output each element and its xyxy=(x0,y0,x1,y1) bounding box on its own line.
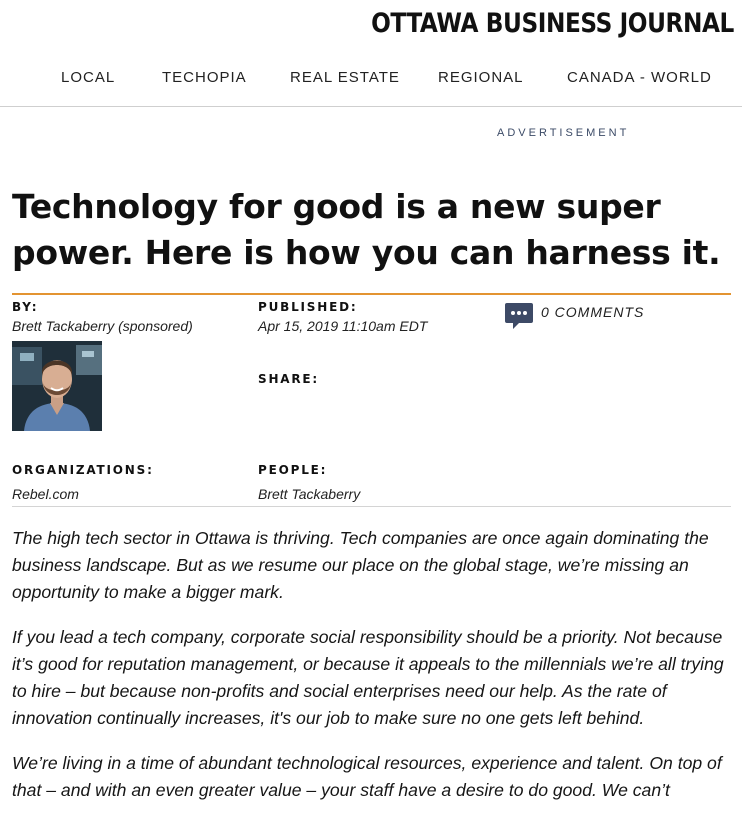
people-label: PEOPLE: xyxy=(258,463,328,477)
author-photo xyxy=(12,341,102,431)
nav-item-canada-world[interactable]: CANADA - WORLD xyxy=(567,69,712,86)
article-paragraph: The high tech sector in Ottawa is thrivi… xyxy=(12,528,709,602)
main-nav: LOCAL TECHOPIA REAL ESTATE REGIONAL CANA… xyxy=(0,62,742,107)
article-paragraph: If you lead a tech company, corporate so… xyxy=(12,627,724,728)
headline-divider xyxy=(12,293,731,295)
nav-item-regional[interactable]: REGIONAL xyxy=(438,69,524,86)
byline-label: BY: xyxy=(12,300,39,314)
author-link[interactable]: Brett Tackaberry (sponsored) xyxy=(12,318,193,334)
article-headline: Technology for good is a new super power… xyxy=(12,187,721,272)
published-label: PUBLISHED: xyxy=(258,300,358,314)
advertisement-label: ADVERTISEMENT xyxy=(497,127,630,139)
person-link[interactable]: Brett Tackaberry xyxy=(258,486,360,502)
organization-link[interactable]: Rebel.com xyxy=(12,486,79,502)
article-paragraph: We’re living in a time of abundant techn… xyxy=(12,753,722,800)
comments-count: 0 COMMENTS xyxy=(541,304,645,320)
nav-item-real-estate[interactable]: REAL ESTATE xyxy=(290,69,400,86)
comment-bubble-icon xyxy=(505,303,533,329)
share-label: SHARE: xyxy=(258,372,320,386)
meta-divider xyxy=(12,506,731,507)
nav-item-techopia[interactable]: TECHOPIA xyxy=(162,69,247,86)
site-logo[interactable]: OTTAWA BUSINESS JOURNAL xyxy=(371,8,734,39)
article-body: The high tech sector in Ottawa is thrivi… xyxy=(12,525,734,822)
author-avatar[interactable] xyxy=(12,341,102,431)
organizations-label: ORGANIZATIONS: xyxy=(12,463,154,477)
nav-item-local[interactable]: LOCAL xyxy=(61,69,115,86)
published-date: Apr 15, 2019 11:10am EDT xyxy=(258,318,428,334)
